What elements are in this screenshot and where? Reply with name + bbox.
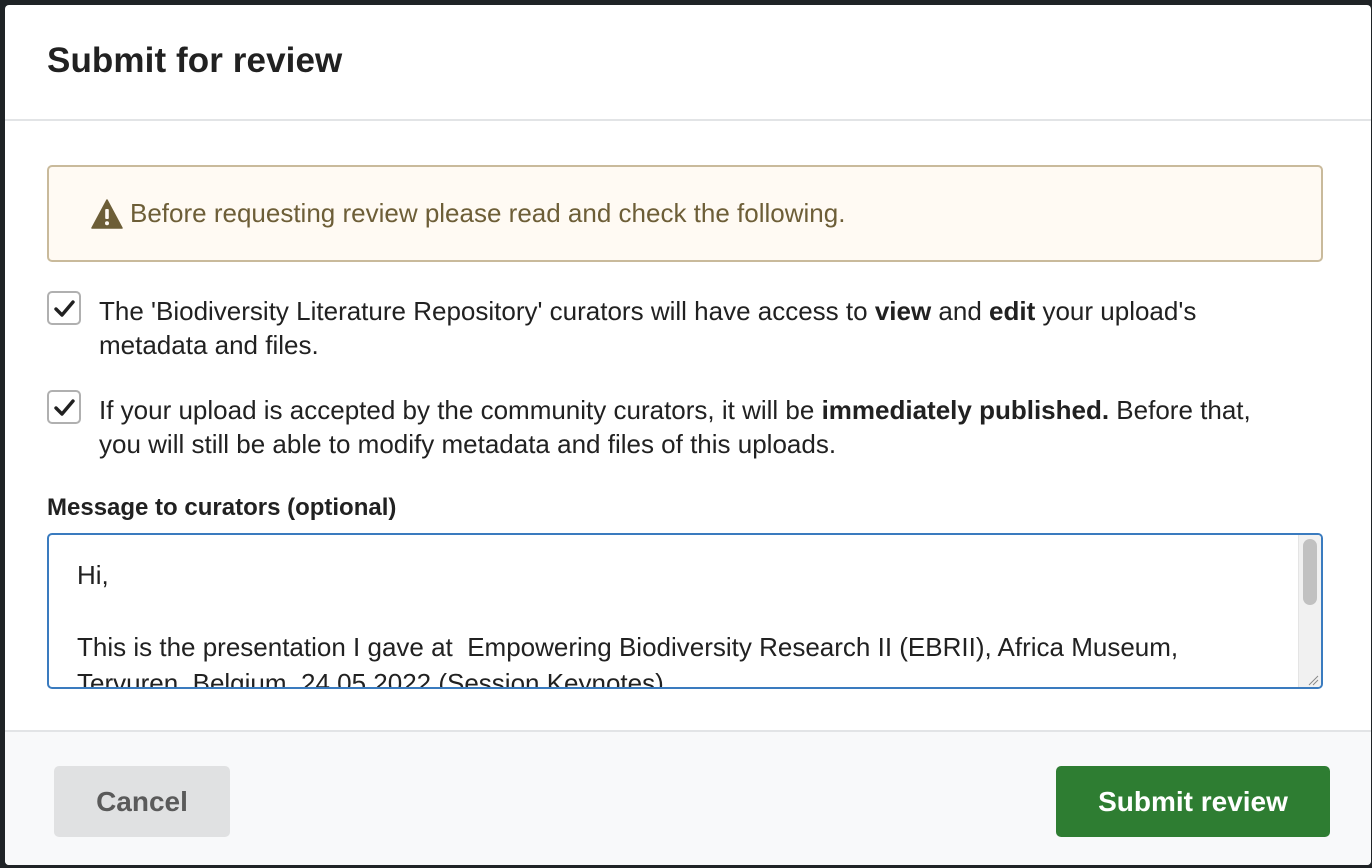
checkmark-icon	[54, 399, 75, 416]
resize-handle-icon[interactable]	[1307, 673, 1319, 686]
cancel-button[interactable]: Cancel	[54, 766, 230, 837]
warning-message: Before requesting review please read and…	[47, 165, 1323, 262]
access-acknowledgement-checkbox[interactable]	[47, 291, 81, 325]
warning-triangle-icon	[91, 199, 123, 229]
dialog-header: Submit for review	[5, 5, 1371, 121]
access-text-edit: edit	[989, 296, 1036, 326]
publish-acknowledgement-label[interactable]: If your upload is accepted by the commun…	[99, 393, 1299, 461]
access-acknowledgement-label[interactable]: The 'Biodiversity Literature Repository'…	[99, 294, 1299, 362]
dialog-title: Submit for review	[47, 41, 343, 80]
message-field-label: Message to curators (optional)	[47, 494, 397, 521]
submit-review-dialog: Submit for review Before requesting revi…	[5, 5, 1371, 865]
publish-text-start: If your upload is accepted by the commun…	[99, 395, 822, 425]
publish-acknowledgement-checkbox[interactable]	[47, 390, 81, 424]
warning-text: Before requesting review please read and…	[130, 198, 846, 228]
access-text-and: and	[931, 296, 990, 326]
access-text-start: The 'Biodiversity Literature Repository'…	[99, 296, 875, 326]
textarea-scrollbar-thumb[interactable]	[1303, 539, 1317, 605]
dialog-footer: Cancel Submit review	[5, 730, 1371, 865]
submit-review-button[interactable]: Submit review	[1056, 766, 1330, 837]
access-text-view: view	[874, 296, 932, 326]
checkmark-icon	[54, 300, 75, 317]
message-textarea-value[interactable]: Hi, This is the presentation I gave at E…	[77, 557, 1287, 687]
message-textarea[interactable]: Hi, This is the presentation I gave at E…	[47, 533, 1323, 689]
publish-text-bold: immediately published.	[821, 395, 1110, 425]
textarea-scrollbar[interactable]	[1298, 535, 1321, 687]
